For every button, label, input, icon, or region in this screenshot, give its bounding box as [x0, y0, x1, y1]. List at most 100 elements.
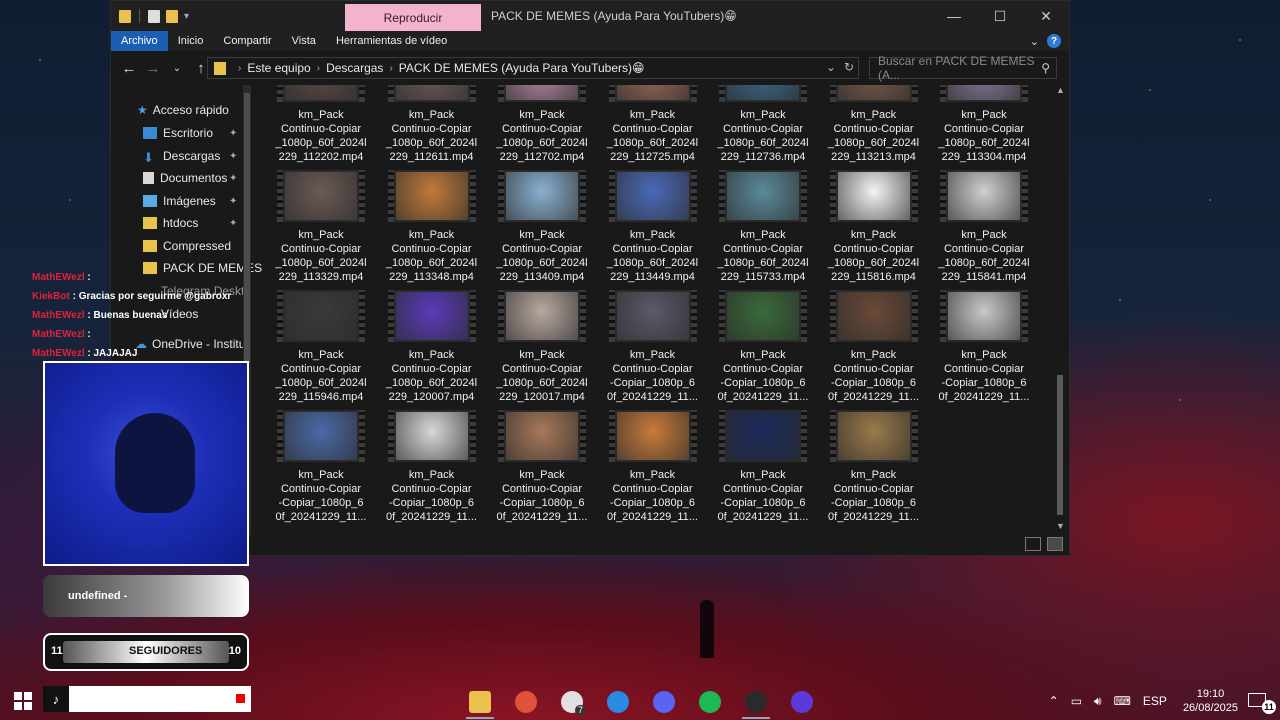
file-item[interactable]: km_Pack Continuo-Copiar _1080p_60f_2024l 22… [382, 85, 482, 164]
pin-icon[interactable]: ✦ [229, 196, 237, 207]
followers-goal: 10 [228, 645, 241, 657]
file-item[interactable]: km_Pack Continuo-Copiar -Copiar_1080p_6 0f_… [934, 290, 1034, 404]
address-dropdown-icon[interactable]: ⌄ [826, 60, 836, 74]
tab-archivo[interactable]: Archivo [111, 31, 168, 51]
file-item[interactable]: km_Pack Continuo-Copiar _1080p_60f_2024l 22… [382, 290, 482, 404]
pin-icon[interactable]: ✦ [229, 128, 237, 139]
folder-icon [143, 240, 157, 252]
app-circle-icon[interactable] [784, 685, 820, 719]
contextual-tab-play[interactable]: Reproducir [345, 4, 481, 31]
help-icon[interactable]: ? [1047, 34, 1061, 48]
file-item[interactable]: km_Pack Continuo-Copiar _1080p_60f_2024l 22… [713, 85, 813, 164]
chevron-right-icon[interactable]: › [238, 63, 241, 74]
tab-compartir[interactable]: Compartir [213, 31, 281, 51]
file-item[interactable]: km_Pack Continuo-Copiar -Copiar_1080p_6 0f_… [382, 410, 482, 524]
scroll-down-icon[interactable]: ▼ [1056, 521, 1065, 531]
chevron-right-icon[interactable]: › [389, 63, 392, 74]
pin-icon[interactable]: ✦ [229, 151, 237, 162]
sidebar-item-documentos[interactable]: Documentos [143, 171, 227, 185]
recent-locations-icon[interactable]: ⌄ [165, 63, 189, 74]
file-item[interactable]: km_Pack Continuo-Copiar _1080p_60f_2024l 22… [492, 170, 592, 284]
keyboard-icon[interactable]: ⌨ [1114, 694, 1131, 708]
file-item[interactable]: km_Pack Continuo-Copiar -Copiar_1080p_6 0f_… [603, 290, 703, 404]
address-bar[interactable]: › Este equipo › Descargas › PACK DE MEME… [207, 57, 859, 79]
new-folder-icon[interactable] [166, 9, 178, 23]
refresh-icon[interactable]: ↻ [844, 60, 854, 74]
large-icons-view-button[interactable] [1047, 537, 1063, 551]
whatsapp-icon[interactable]: 7 [554, 685, 590, 719]
file-item[interactable]: km_Pack Continuo-Copiar _1080p_60f_2024l 22… [824, 85, 924, 164]
scroll-up-icon[interactable]: ▲ [1056, 85, 1065, 95]
file-item[interactable]: km_Pack Continuo-Copiar _1080p_60f_2024l 22… [713, 170, 813, 284]
file-item[interactable]: km_Pack Continuo-Copiar -Copiar_1080p_6 0f_… [603, 410, 703, 524]
network-icon[interactable]: ▭ [1071, 694, 1082, 708]
pin-icon[interactable]: ✦ [229, 173, 237, 184]
breadcrumb-descargas[interactable]: Descargas [326, 61, 383, 75]
tab-herramientas-video[interactable]: Herramientas de vídeo [326, 31, 457, 51]
expand-ribbon-icon[interactable]: ⌄ [1030, 35, 1039, 48]
file-item[interactable]: km_Pack Continuo-Copiar _1080p_60f_2024l 22… [934, 170, 1034, 284]
search-icon[interactable]: ⚲ [1041, 61, 1050, 75]
chevron-up-icon[interactable]: ⌃ [1049, 694, 1059, 708]
system-tray: ⌃ ▭ 🔊︎ ⌨ ESP 19:10 26/08/2025 11 [1043, 682, 1280, 720]
sidebar-item-acceso-rapido[interactable]: ★ Acceso rápido [137, 103, 229, 117]
file-item[interactable]: km_Pack Continuo-Copiar -Copiar_1080p_6 0f_… [713, 290, 813, 404]
back-arrow-icon[interactable]: ← [117, 60, 141, 77]
app-diamond-icon[interactable] [600, 685, 636, 719]
file-item[interactable]: km_Pack Continuo-Copiar _1080p_60f_2024l 22… [492, 290, 592, 404]
brave-icon[interactable] [508, 685, 544, 719]
video-thumbnail [940, 85, 1028, 102]
vertical-scrollbar[interactable]: ▲ ▼ [1053, 85, 1067, 535]
chevron-down-icon[interactable]: ▾ [184, 11, 189, 22]
tab-vista[interactable]: Vista [282, 31, 326, 51]
clock[interactable]: 19:10 26/08/2025 [1183, 687, 1238, 715]
file-item[interactable]: km_Pack Continuo-Copiar _1080p_60f_2024l 22… [271, 170, 371, 284]
file-name: km_Pack Continuo-Copiar _1080p_60f_2024l 22… [275, 109, 367, 163]
sidebar-item-imagenes[interactable]: Imágenes [143, 194, 216, 208]
file-name: km_Pack Continuo-Copiar -Copiar_1080p_6 0f_… [938, 349, 1030, 403]
sidebar-item-escritorio[interactable]: Escritorio [143, 126, 213, 140]
video-thumbnail [719, 170, 807, 222]
file-item[interactable]: km_Pack Continuo-Copiar _1080p_60f_2024l 22… [603, 170, 703, 284]
video-thumbnail [498, 410, 586, 462]
file-item[interactable]: km_Pack Continuo-Copiar -Copiar_1080p_6 0f_… [271, 410, 371, 524]
file-item[interactable]: km_Pack Continuo-Copiar _1080p_60f_2024l 22… [271, 290, 371, 404]
file-name: km_Pack Continuo-Copiar -Copiar_1080p_6 0f_… [607, 349, 698, 403]
file-item[interactable]: km_Pack Continuo-Copiar _1080p_60f_2024l 22… [492, 85, 592, 164]
obs-icon[interactable] [738, 685, 774, 719]
properties-icon[interactable] [148, 9, 160, 23]
volume-icon[interactable]: 🔊︎ [1094, 694, 1102, 709]
spotify-icon[interactable] [692, 685, 728, 719]
file-item[interactable]: km_Pack Continuo-Copiar -Copiar_1080p_6 0f_… [492, 410, 592, 524]
file-item[interactable]: km_Pack Continuo-Copiar -Copiar_1080p_6 0f_… [824, 290, 924, 404]
chevron-right-icon[interactable]: › [317, 63, 320, 74]
file-item[interactable]: km_Pack Continuo-Copiar _1080p_60f_2024l 22… [382, 170, 482, 284]
sidebar-item-descargas[interactable]: ⬇ Descargas [143, 149, 220, 165]
file-explorer-icon[interactable] [462, 685, 498, 719]
folder-icon[interactable] [119, 9, 131, 23]
file-item[interactable]: km_Pack Continuo-Copiar _1080p_60f_2024l 22… [824, 170, 924, 284]
notification-center-icon[interactable]: 11 [1248, 690, 1276, 714]
file-name: km_Pack Continuo-Copiar _1080p_60f_2024l 22… [385, 229, 478, 283]
sidebar-item-htdocs[interactable]: htdocs [143, 216, 198, 230]
discord-icon[interactable] [646, 685, 682, 719]
file-item[interactable]: km_Pack Continuo-Copiar _1080p_60f_2024l 22… [271, 85, 371, 164]
video-thumbnail [498, 85, 586, 102]
forward-arrow-icon[interactable]: → [141, 60, 165, 77]
sidebar-item-compressed[interactable]: Compressed [143, 239, 231, 253]
details-view-button[interactable] [1025, 537, 1041, 551]
close-button[interactable]: ✕ [1023, 1, 1069, 31]
language-indicator[interactable]: ESP [1143, 694, 1167, 708]
file-item[interactable]: km_Pack Continuo-Copiar -Copiar_1080p_6 0f_… [824, 410, 924, 524]
file-item[interactable]: km_Pack Continuo-Copiar _1080p_60f_2024l 22… [603, 85, 703, 164]
file-item[interactable]: km_Pack Continuo-Copiar -Copiar_1080p_6 0f_… [713, 410, 813, 524]
breadcrumb-pack-de-memes[interactable]: PACK DE MEMES (Ayuda Para YouTubers)😁 [399, 61, 645, 75]
breadcrumb-este-equipo[interactable]: Este equipo [247, 61, 310, 75]
maximize-button[interactable]: ☐ [977, 1, 1023, 31]
minimize-button[interactable]: — [931, 1, 977, 31]
search-input[interactable]: Buscar en PACK DE MEMES (A... ⚲ [869, 54, 1057, 82]
windows-start-icon[interactable] [14, 692, 32, 710]
pin-icon[interactable]: ✦ [229, 218, 237, 229]
file-item[interactable]: km_Pack Continuo-Copiar _1080p_60f_2024l 22… [934, 85, 1034, 164]
tab-inicio[interactable]: Inicio [168, 31, 214, 51]
